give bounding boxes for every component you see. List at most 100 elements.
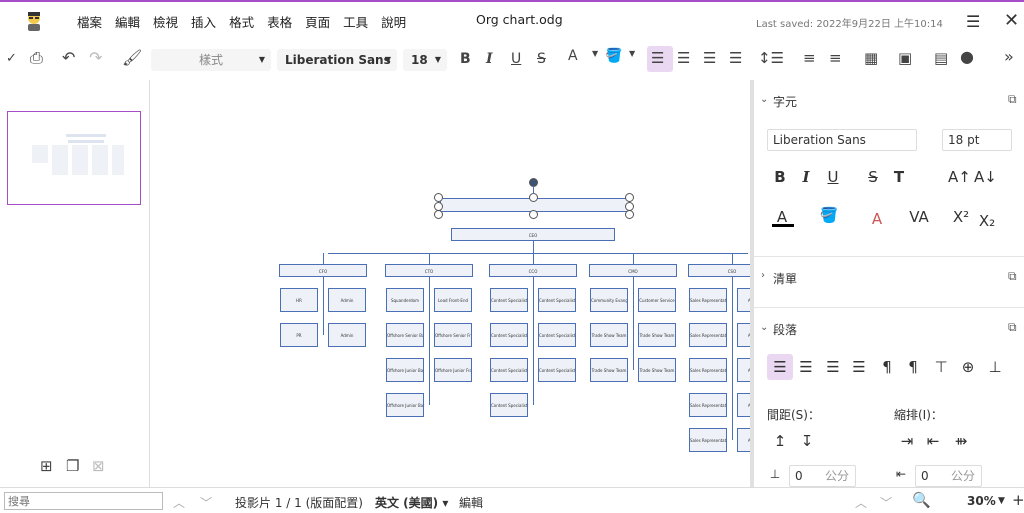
chevron-down-icon[interactable]: ▼ (629, 44, 635, 64)
shadow-icon[interactable]: T (888, 168, 910, 186)
org-node-member[interactable]: Sales Representative (689, 288, 727, 312)
close-icon[interactable]: ✕ (1004, 10, 1019, 31)
decrease-indent-icon[interactable]: ⇤ (922, 432, 944, 450)
print-icon[interactable]: ⎙ (30, 48, 43, 68)
org-node-member[interactable]: PR (280, 323, 318, 347)
hanging-indent-icon[interactable]: ⇻ (950, 432, 972, 450)
resize-handle[interactable] (625, 193, 634, 202)
shrink-font-icon[interactable]: A↓ (974, 168, 997, 186)
org-node-member[interactable]: Offshore Junior Back-end (386, 393, 424, 417)
chevron-right-icon[interactable]: › (761, 270, 765, 281)
italic-icon[interactable]: I (795, 168, 817, 186)
language-selector[interactable]: 英文 (美國) ▾ (375, 494, 448, 511)
bold-icon[interactable]: B (460, 49, 471, 69)
align-bottom-icon[interactable]: ⊥ (984, 358, 1006, 376)
align-left-icon[interactable]: ☰ (769, 358, 791, 376)
resize-handle[interactable] (529, 210, 538, 219)
org-node-dept[interactable]: CSO (688, 264, 750, 277)
undo-icon[interactable]: ↶ (62, 48, 75, 68)
org-node-member[interactable]: Squanderdom (386, 288, 424, 312)
org-node-member[interactable]: Content Specialist (490, 323, 528, 347)
bullet-list-icon[interactable]: ≡ (829, 48, 842, 68)
org-node-member[interactable]: Trade Show Team (590, 323, 628, 347)
org-node-member[interactable]: Offshore Senior Back-end (386, 323, 424, 347)
style-select[interactable]: 樣式 ▼ (151, 49, 271, 71)
subscript-icon[interactable]: X₂ (976, 212, 998, 230)
increase-spacing-icon[interactable]: ↥ (769, 432, 791, 450)
document-title[interactable]: Org chart.odg (476, 12, 563, 27)
table-icon[interactable]: ▦ (864, 48, 878, 68)
sidebar-resize-handle[interactable] (750, 80, 754, 487)
more-options-icon[interactable]: ⧉ (1008, 320, 1017, 335)
strikethrough-icon[interactable]: S (862, 168, 884, 186)
italic-icon[interactable]: I (486, 49, 493, 69)
org-node-member[interactable]: Content Specialist (538, 358, 576, 382)
resize-handle[interactable] (529, 193, 538, 202)
highlight-icon[interactable]: 🪣 (818, 206, 840, 224)
align-middle-icon[interactable]: ⊕ (957, 358, 979, 376)
org-node-member[interactable]: Trade Show Team (638, 323, 676, 347)
chevron-down-icon[interactable]: ▼ (592, 44, 598, 64)
next-page-icon[interactable]: ﹀ (880, 494, 892, 511)
highlight-icon[interactable]: 🪣 (605, 46, 622, 66)
strikethrough-icon[interactable]: S (537, 49, 546, 69)
org-node-member[interactable]: Offshore Junior Back-end (386, 358, 424, 382)
menu-item[interactable]: 插入 (191, 12, 216, 31)
org-node-member[interactable]: Account (737, 428, 750, 452)
zoom-in-icon[interactable]: + (1012, 491, 1024, 509)
drawing-canvas[interactable]: CEO CFO HR Admin PR Admin CTO Squanderdom Lead F… (150, 80, 750, 487)
org-node-member[interactable]: Content Specialist (490, 288, 528, 312)
org-node-member[interactable]: Account (737, 393, 750, 417)
delete-slide-icon[interactable]: ⊠ (92, 456, 105, 476)
chevron-down-icon[interactable]: ▼ (998, 496, 1005, 506)
zoom-level[interactable]: 30% (967, 494, 996, 508)
org-node-dept[interactable]: CMO (589, 264, 677, 277)
spacing-above-field[interactable]: 0 公分 (789, 465, 856, 487)
left-to-right-icon[interactable]: ¶ (876, 358, 898, 376)
org-node-member[interactable]: Offshore Senior Front-end (434, 323, 472, 347)
resize-handle[interactable] (434, 193, 443, 202)
align-left-icon[interactable]: ☰ (651, 48, 664, 68)
sidebar-font-name-field[interactable]: Liberation Sans (767, 129, 917, 151)
image-icon[interactable]: ▣ (898, 48, 912, 68)
menu-item[interactable]: 格式 (229, 12, 254, 31)
clear-formatting-icon[interactable]: A (866, 210, 888, 228)
resize-handle[interactable] (434, 210, 443, 219)
paragraph-section-title[interactable]: 段落 (773, 321, 797, 338)
org-node-member[interactable]: Sales Representative (689, 323, 727, 347)
org-node-member[interactable]: Account (737, 358, 750, 382)
superscript-icon[interactable]: X² (950, 208, 972, 226)
menu-item[interactable]: 檔案 (77, 12, 102, 31)
org-node-ceo[interactable]: CEO (451, 228, 615, 241)
more-options-icon[interactable]: ⧉ (1008, 269, 1017, 284)
search-up-icon[interactable]: ︿ (173, 494, 185, 511)
justify-icon[interactable]: ☰ (729, 48, 742, 68)
org-node-member[interactable]: Admin (328, 323, 366, 347)
font-color-icon[interactable]: A (568, 46, 578, 66)
new-slide-icon[interactable]: ⊞ (40, 456, 53, 476)
justify-icon[interactable]: ☰ (848, 358, 870, 376)
org-node-member[interactable]: Content Specialist (538, 288, 576, 312)
search-input[interactable] (4, 492, 163, 510)
org-node-member[interactable]: Sales Representative (689, 428, 727, 452)
org-node-dept[interactable]: CTO (385, 264, 473, 277)
font-name-select[interactable]: Liberation Sans ▼ (277, 49, 397, 71)
line-spacing-icon[interactable]: ↕☰ (758, 48, 784, 68)
avatar[interactable] (24, 10, 44, 32)
redo-icon[interactable]: ↷ (89, 48, 102, 68)
chart-icon[interactable]: ▤ (934, 48, 948, 68)
org-node-member[interactable]: Content Specialist (490, 393, 528, 417)
align-center-icon[interactable]: ☰ (677, 48, 690, 68)
increase-indent-icon[interactable]: ⇥ (896, 432, 918, 450)
org-node-member[interactable]: Offshore Junior Front-end (434, 358, 472, 382)
org-node-member[interactable]: Content Specialist (538, 323, 576, 347)
chevron-down-icon[interactable]: ⌄ (760, 322, 768, 333)
org-node-dept[interactable]: CFO (279, 264, 367, 277)
more-options-icon[interactable]: ⧉ (1008, 92, 1017, 107)
align-top-icon[interactable]: ⊤ (930, 358, 952, 376)
menu-item[interactable]: 檢視 (153, 12, 178, 31)
chevron-down-icon[interactable]: ⌄ (760, 94, 768, 105)
org-node-member[interactable]: Customer Service (638, 288, 676, 312)
check-icon[interactable]: ✓ (6, 49, 17, 69)
underline-icon[interactable]: U (822, 168, 844, 186)
